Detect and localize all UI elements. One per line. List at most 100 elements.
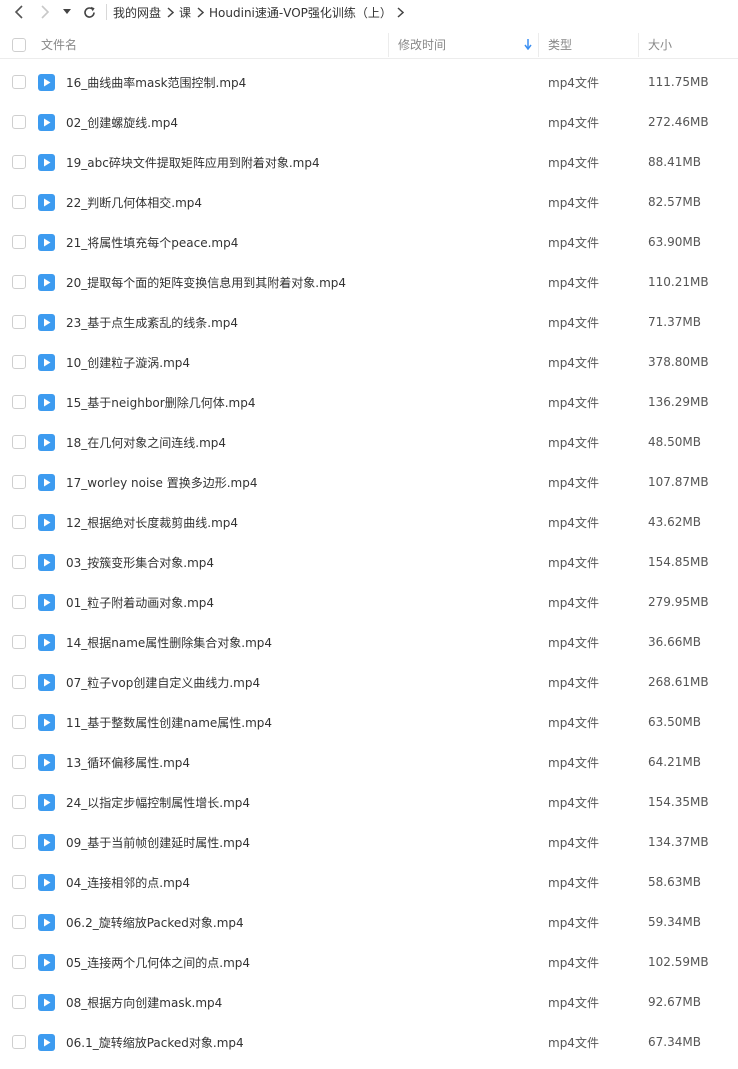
select-all-checkbox[interactable]: [12, 37, 26, 52]
file-size: 107.87MB: [648, 475, 709, 489]
row-checkbox[interactable]: [12, 355, 26, 369]
refresh-button[interactable]: [76, 0, 102, 24]
file-name[interactable]: 22_判断几何体相交.mp4: [66, 194, 548, 211]
file-row[interactable]: 16_曲线曲率mask范围控制.mp4 mp4文件 111.75MB: [0, 62, 738, 102]
file-name[interactable]: 06.2_旋转缩放Packed对象.mp4: [66, 914, 548, 931]
file-name[interactable]: 05_连接两个几何体之间的点.mp4: [66, 954, 548, 971]
file-row[interactable]: 13_循环偏移属性.mp4 mp4文件 64.21MB: [0, 742, 738, 782]
breadcrumb-root[interactable]: 我的网盘: [113, 4, 161, 21]
video-file-icon: [38, 553, 55, 571]
file-row[interactable]: 03_按簇变形集合对象.mp4 mp4文件 154.85MB: [0, 542, 738, 582]
row-checkbox[interactable]: [12, 995, 26, 1009]
file-size: 111.75MB: [648, 75, 709, 89]
file-name[interactable]: 04_连接相邻的点.mp4: [66, 874, 548, 891]
column-header-name[interactable]: 文件名: [38, 31, 388, 59]
row-checkbox[interactable]: [12, 915, 26, 929]
row-checkbox[interactable]: [12, 595, 26, 609]
video-file-icon: [38, 713, 55, 731]
file-name[interactable]: 10_创建粒子漩涡.mp4: [66, 354, 548, 371]
file-name[interactable]: 18_在几何对象之间连线.mp4: [66, 434, 548, 451]
file-row[interactable]: 07_粒子vop创建自定义曲线力.mp4 mp4文件 268.61MB: [0, 662, 738, 702]
breadcrumb-expand-icon[interactable]: [392, 0, 410, 24]
file-name[interactable]: 11_基于整数属性创建name属性.mp4: [66, 714, 548, 731]
row-checkbox[interactable]: [12, 755, 26, 769]
file-name[interactable]: 09_基于当前帧创建延时属性.mp4: [66, 834, 548, 851]
file-name[interactable]: 19_abc碎块文件提取矩阵应用到附着对象.mp4: [66, 154, 548, 171]
file-name[interactable]: 17_worley noise 置换多边形.mp4: [66, 474, 548, 491]
file-name[interactable]: 08_根据方向创建mask.mp4: [66, 994, 548, 1011]
file-row[interactable]: 17_worley noise 置换多边形.mp4 mp4文件 107.87MB: [0, 462, 738, 502]
file-row[interactable]: 22_判断几何体相交.mp4 mp4文件 82.57MB: [0, 182, 738, 222]
file-type: mp4文件: [548, 275, 599, 290]
file-row[interactable]: 05_连接两个几何体之间的点.mp4 mp4文件 102.59MB: [0, 942, 738, 982]
file-name[interactable]: 02_创建螺旋线.mp4: [66, 114, 548, 131]
row-checkbox[interactable]: [12, 195, 26, 209]
video-file-icon: [38, 953, 55, 971]
file-name[interactable]: 12_根据绝对长度裁剪曲线.mp4: [66, 514, 548, 531]
row-checkbox[interactable]: [12, 515, 26, 529]
file-row[interactable]: 02_创建螺旋线.mp4 mp4文件 272.46MB: [0, 102, 738, 142]
row-checkbox[interactable]: [12, 555, 26, 569]
file-row[interactable]: 04_连接相邻的点.mp4 mp4文件 58.63MB: [0, 862, 738, 902]
file-row[interactable]: 11_基于整数属性创建name属性.mp4 mp4文件 63.50MB: [0, 702, 738, 742]
file-name[interactable]: 24_以指定步幅控制属性增长.mp4: [66, 794, 548, 811]
file-row[interactable]: 06.1_旋转缩放Packed对象.mp4 mp4文件 67.34MB: [0, 1022, 738, 1062]
row-checkbox[interactable]: [12, 75, 26, 89]
row-checkbox[interactable]: [12, 475, 26, 489]
row-checkbox[interactable]: [12, 235, 26, 249]
file-row[interactable]: 14_根据name属性删除集合对象.mp4 mp4文件 36.66MB: [0, 622, 738, 662]
column-header-modified[interactable]: 修改时间: [388, 31, 538, 59]
file-name[interactable]: 14_根据name属性删除集合对象.mp4: [66, 634, 548, 651]
row-checkbox[interactable]: [12, 395, 26, 409]
row-checkbox[interactable]: [12, 1035, 26, 1049]
row-checkbox[interactable]: [12, 795, 26, 809]
row-checkbox[interactable]: [12, 875, 26, 889]
row-checkbox[interactable]: [12, 635, 26, 649]
file-row[interactable]: 15_基于neighbor删除几何体.mp4 mp4文件 136.29MB: [0, 382, 738, 422]
row-checkbox[interactable]: [12, 675, 26, 689]
column-header-size[interactable]: 大小: [638, 31, 728, 59]
forward-button[interactable]: [32, 0, 58, 24]
file-row[interactable]: 01_粒子附着动画对象.mp4 mp4文件 279.95MB: [0, 582, 738, 622]
file-row[interactable]: 06.2_旋转缩放Packed对象.mp4 mp4文件 59.34MB: [0, 902, 738, 942]
file-row[interactable]: 12_根据绝对长度裁剪曲线.mp4 mp4文件 43.62MB: [0, 502, 738, 542]
file-row[interactable]: 09_基于当前帧创建延时属性.mp4 mp4文件 134.37MB: [0, 822, 738, 862]
row-checkbox[interactable]: [12, 315, 26, 329]
file-name[interactable]: 20_提取每个面的矩阵变换信息用到其附着对象.mp4: [66, 274, 548, 291]
row-checkbox[interactable]: [12, 435, 26, 449]
file-name[interactable]: 03_按簇变形集合对象.mp4: [66, 554, 548, 571]
file-type: mp4文件: [548, 155, 599, 170]
column-header-type[interactable]: 类型: [538, 31, 638, 59]
row-checkbox[interactable]: [12, 155, 26, 169]
row-checkbox[interactable]: [12, 955, 26, 969]
row-checkbox[interactable]: [12, 275, 26, 289]
file-name[interactable]: 21_将属性填充每个peace.mp4: [66, 234, 548, 251]
breadcrumb-folder[interactable]: 课: [179, 4, 191, 21]
file-name[interactable]: 15_基于neighbor删除几何体.mp4: [66, 394, 548, 411]
file-name[interactable]: 16_曲线曲率mask范围控制.mp4: [66, 74, 548, 91]
file-name[interactable]: 23_基于点生成紊乱的线条.mp4: [66, 314, 548, 331]
row-checkbox[interactable]: [12, 115, 26, 129]
breadcrumb-current[interactable]: Houdini速通-VOP强化训练（上）: [209, 4, 392, 21]
file-size: 268.61MB: [648, 675, 709, 689]
file-name[interactable]: 01_粒子附着动画对象.mp4: [66, 594, 548, 611]
back-button[interactable]: [6, 0, 32, 24]
file-row[interactable]: 19_abc碎块文件提取矩阵应用到附着对象.mp4 mp4文件 88.41MB: [0, 142, 738, 182]
file-row[interactable]: 08_根据方向创建mask.mp4 mp4文件 92.67MB: [0, 982, 738, 1022]
file-row[interactable]: 24_以指定步幅控制属性增长.mp4 mp4文件 154.35MB: [0, 782, 738, 822]
breadcrumb-separator-icon: [191, 0, 209, 24]
file-row[interactable]: 10_创建粒子漩涡.mp4 mp4文件 378.80MB: [0, 342, 738, 382]
file-size: 88.41MB: [648, 155, 701, 169]
file-name[interactable]: 06.1_旋转缩放Packed对象.mp4: [66, 1034, 548, 1051]
file-row[interactable]: 20_提取每个面的矩阵变换信息用到其附着对象.mp4 mp4文件 110.21MB: [0, 262, 738, 302]
history-dropdown-button[interactable]: [58, 0, 76, 24]
video-file-icon: [38, 473, 55, 491]
file-row[interactable]: 18_在几何对象之间连线.mp4 mp4文件 48.50MB: [0, 422, 738, 462]
file-row[interactable]: 23_基于点生成紊乱的线条.mp4 mp4文件 71.37MB: [0, 302, 738, 342]
row-checkbox[interactable]: [12, 835, 26, 849]
file-row[interactable]: 21_将属性填充每个peace.mp4 mp4文件 63.90MB: [0, 222, 738, 262]
row-checkbox[interactable]: [12, 715, 26, 729]
file-type: mp4文件: [548, 395, 599, 410]
file-name[interactable]: 13_循环偏移属性.mp4: [66, 754, 548, 771]
file-name[interactable]: 07_粒子vop创建自定义曲线力.mp4: [66, 674, 548, 691]
